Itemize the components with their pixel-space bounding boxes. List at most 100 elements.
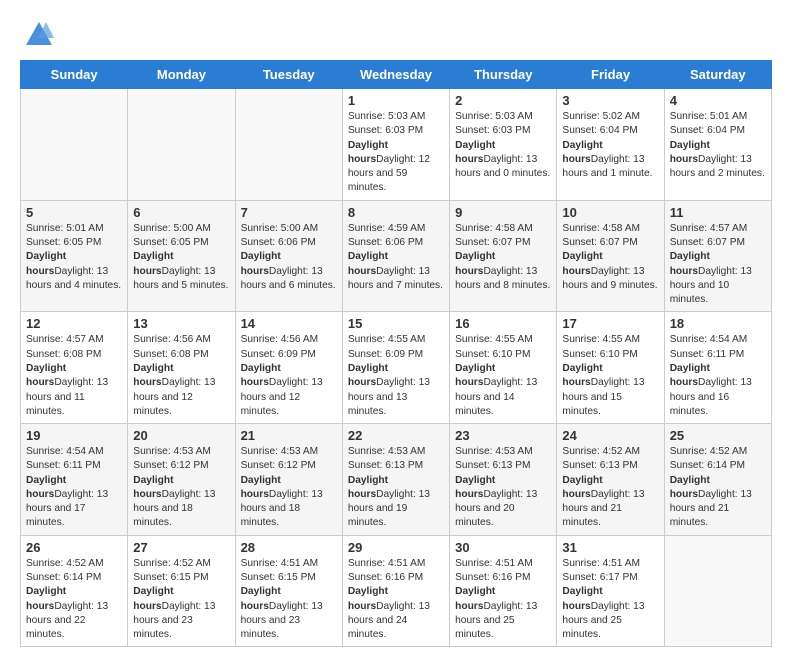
cell-content: Sunrise: 4:59 AMSunset: 6:06 PMDaylight … xyxy=(348,222,444,293)
cell-content: Sunrise: 4:52 AMSunset: 6:14 PMDaylight … xyxy=(26,557,122,643)
cell-content: Sunrise: 4:51 AMSunset: 6:16 PMDaylight … xyxy=(348,557,444,643)
header-friday: Friday xyxy=(557,61,664,89)
cell-content: Sunrise: 4:51 AMSunset: 6:15 PMDaylight … xyxy=(241,557,337,643)
calendar-cell: 28 Sunrise: 4:51 AMSunset: 6:15 PMDayligh… xyxy=(235,535,342,647)
cell-content: Sunrise: 4:57 AMSunset: 6:07 PMDaylight … xyxy=(670,222,766,308)
calendar-cell: 30 Sunrise: 4:51 AMSunset: 6:16 PMDayligh… xyxy=(450,535,557,647)
day-number: 18 xyxy=(670,316,766,331)
logo xyxy=(20,20,54,50)
header-tuesday: Tuesday xyxy=(235,61,342,89)
calendar-cell: 12 Sunrise: 4:57 AMSunset: 6:08 PMDayligh… xyxy=(21,312,128,424)
day-number: 19 xyxy=(26,428,122,443)
day-number: 15 xyxy=(348,316,444,331)
day-number: 28 xyxy=(241,540,337,555)
calendar-cell: 1 Sunrise: 5:03 AMSunset: 6:03 PMDaylight… xyxy=(342,89,449,201)
calendar-cell xyxy=(21,89,128,201)
cell-content: Sunrise: 4:52 AMSunset: 6:14 PMDaylight … xyxy=(670,445,766,531)
calendar-cell: 20 Sunrise: 4:53 AMSunset: 6:12 PMDayligh… xyxy=(128,424,235,536)
day-number: 27 xyxy=(133,540,229,555)
day-number: 2 xyxy=(455,93,551,108)
calendar-cell: 9 Sunrise: 4:58 AMSunset: 6:07 PMDaylight… xyxy=(450,200,557,312)
calendar-cell: 23 Sunrise: 4:53 AMSunset: 6:13 PMDayligh… xyxy=(450,424,557,536)
calendar-week-row: 26 Sunrise: 4:52 AMSunset: 6:14 PMDayligh… xyxy=(21,535,772,647)
day-number: 14 xyxy=(241,316,337,331)
calendar-cell: 21Sunrise: 4:53 AMSunset: 6:12 PMDayligh… xyxy=(235,424,342,536)
calendar-cell: 24 Sunrise: 4:52 AMSunset: 6:13 PMDayligh… xyxy=(557,424,664,536)
day-number: 25 xyxy=(670,428,766,443)
calendar-cell: 29 Sunrise: 4:51 AMSunset: 6:16 PMDayligh… xyxy=(342,535,449,647)
header-sunday: Sunday xyxy=(21,61,128,89)
page-header xyxy=(20,20,772,50)
cell-content: Sunrise: 5:03 AMSunset: 6:03 PMDaylight … xyxy=(348,110,444,196)
cell-content: Sunrise: 5:01 AMSunset: 6:04 PMDaylight … xyxy=(670,110,766,181)
cell-content: Sunrise: 4:55 AMSunset: 6:09 PMDaylight … xyxy=(348,333,444,419)
calendar-cell: 25 Sunrise: 4:52 AMSunset: 6:14 PMDayligh… xyxy=(664,424,771,536)
day-number: 3 xyxy=(562,93,658,108)
day-number: 1 xyxy=(348,93,444,108)
day-number: 4 xyxy=(670,93,766,108)
calendar-cell: 14 Sunrise: 4:56 AMSunset: 6:09 PMDayligh… xyxy=(235,312,342,424)
day-number: 10 xyxy=(562,205,658,220)
cell-content: Sunrise: 4:58 AMSunset: 6:07 PMDaylight … xyxy=(562,222,658,293)
calendar-cell: 16 Sunrise: 4:55 AMSunset: 6:10 PMDayligh… xyxy=(450,312,557,424)
header-thursday: Thursday xyxy=(450,61,557,89)
day-number: 11 xyxy=(670,205,766,220)
cell-content: Sunrise: 4:54 AMSunset: 6:11 PMDaylight … xyxy=(670,333,766,419)
day-number: 12 xyxy=(26,316,122,331)
calendar-cell: 27 Sunrise: 4:52 AMSunset: 6:15 PMDayligh… xyxy=(128,535,235,647)
day-number: 9 xyxy=(455,205,551,220)
cell-content: Sunrise: 5:01 AMSunset: 6:05 PMDaylight … xyxy=(26,222,122,293)
cell-content: Sunrise: 4:52 AMSunset: 6:15 PMDaylight … xyxy=(133,557,229,643)
day-number: 23 xyxy=(455,428,551,443)
logo-icon xyxy=(24,20,54,50)
day-number: 22 xyxy=(348,428,444,443)
header-monday: Monday xyxy=(128,61,235,89)
cell-content: Sunrise: 4:55 AMSunset: 6:10 PMDaylight … xyxy=(455,333,551,419)
calendar-table: SundayMondayTuesdayWednesdayThursdayFrid… xyxy=(20,60,772,647)
day-number: 26 xyxy=(26,540,122,555)
calendar-week-row: 1 Sunrise: 5:03 AMSunset: 6:03 PMDaylight… xyxy=(21,89,772,201)
day-number: 6 xyxy=(133,205,229,220)
calendar-cell: 3Sunrise: 5:02 AMSunset: 6:04 PMDaylight… xyxy=(557,89,664,201)
day-number: 5 xyxy=(26,205,122,220)
cell-content: Sunrise: 4:57 AMSunset: 6:08 PMDaylight … xyxy=(26,333,122,419)
calendar-cell: 11 Sunrise: 4:57 AMSunset: 6:07 PMDayligh… xyxy=(664,200,771,312)
calendar-cell: 4 Sunrise: 5:01 AMSunset: 6:04 PMDaylight… xyxy=(664,89,771,201)
calendar-cell: 7 Sunrise: 5:00 AMSunset: 6:06 PMDaylight… xyxy=(235,200,342,312)
cell-content: Sunrise: 5:00 AMSunset: 6:06 PMDaylight … xyxy=(241,222,337,293)
cell-content: Sunrise: 4:53 AMSunset: 6:13 PMDaylight … xyxy=(348,445,444,531)
cell-content: Sunrise: 4:51 AMSunset: 6:16 PMDaylight … xyxy=(455,557,551,643)
cell-content: Sunrise: 4:56 AMSunset: 6:08 PMDaylight … xyxy=(133,333,229,419)
day-number: 13 xyxy=(133,316,229,331)
cell-content: Sunrise: 5:00 AMSunset: 6:05 PMDaylight … xyxy=(133,222,229,293)
calendar-cell: 13 Sunrise: 4:56 AMSunset: 6:08 PMDayligh… xyxy=(128,312,235,424)
calendar-cell: 22 Sunrise: 4:53 AMSunset: 6:13 PMDayligh… xyxy=(342,424,449,536)
day-number: 17 xyxy=(562,316,658,331)
day-number: 20 xyxy=(133,428,229,443)
calendar-cell: 31 Sunrise: 4:51 AMSunset: 6:17 PMDayligh… xyxy=(557,535,664,647)
cell-content: Sunrise: 4:56 AMSunset: 6:09 PMDaylight … xyxy=(241,333,337,419)
cell-content: Sunrise: 4:53 AMSunset: 6:12 PMDaylight … xyxy=(133,445,229,531)
day-number: 16 xyxy=(455,316,551,331)
day-number: 24 xyxy=(562,428,658,443)
calendar-cell: 5 Sunrise: 5:01 AMSunset: 6:05 PMDaylight… xyxy=(21,200,128,312)
calendar-cell: 2 Sunrise: 5:03 AMSunset: 6:03 PMDaylight… xyxy=(450,89,557,201)
calendar-cell: 17 Sunrise: 4:55 AMSunset: 6:10 PMDayligh… xyxy=(557,312,664,424)
cell-content: Sunrise: 4:53 AMSunset: 6:13 PMDaylight … xyxy=(455,445,551,531)
calendar-week-row: 5 Sunrise: 5:01 AMSunset: 6:05 PMDaylight… xyxy=(21,200,772,312)
calendar-week-row: 12 Sunrise: 4:57 AMSunset: 6:08 PMDayligh… xyxy=(21,312,772,424)
cell-content: Sunrise: 4:55 AMSunset: 6:10 PMDaylight … xyxy=(562,333,658,419)
calendar-cell: 8Sunrise: 4:59 AMSunset: 6:06 PMDaylight… xyxy=(342,200,449,312)
day-number: 29 xyxy=(348,540,444,555)
day-number: 21 xyxy=(241,428,337,443)
cell-content: Sunrise: 4:58 AMSunset: 6:07 PMDaylight … xyxy=(455,222,551,293)
cell-content: Sunrise: 4:51 AMSunset: 6:17 PMDaylight … xyxy=(562,557,658,643)
calendar-header-row: SundayMondayTuesdayWednesdayThursdayFrid… xyxy=(21,61,772,89)
calendar-cell: 10 Sunrise: 4:58 AMSunset: 6:07 PMDayligh… xyxy=(557,200,664,312)
day-number: 31 xyxy=(562,540,658,555)
day-number: 30 xyxy=(455,540,551,555)
calendar-week-row: 19Sunrise: 4:54 AMSunset: 6:11 PMDayligh… xyxy=(21,424,772,536)
cell-content: Sunrise: 4:52 AMSunset: 6:13 PMDaylight … xyxy=(562,445,658,531)
cell-content: Sunrise: 5:03 AMSunset: 6:03 PMDaylight … xyxy=(455,110,551,181)
day-number: 7 xyxy=(241,205,337,220)
